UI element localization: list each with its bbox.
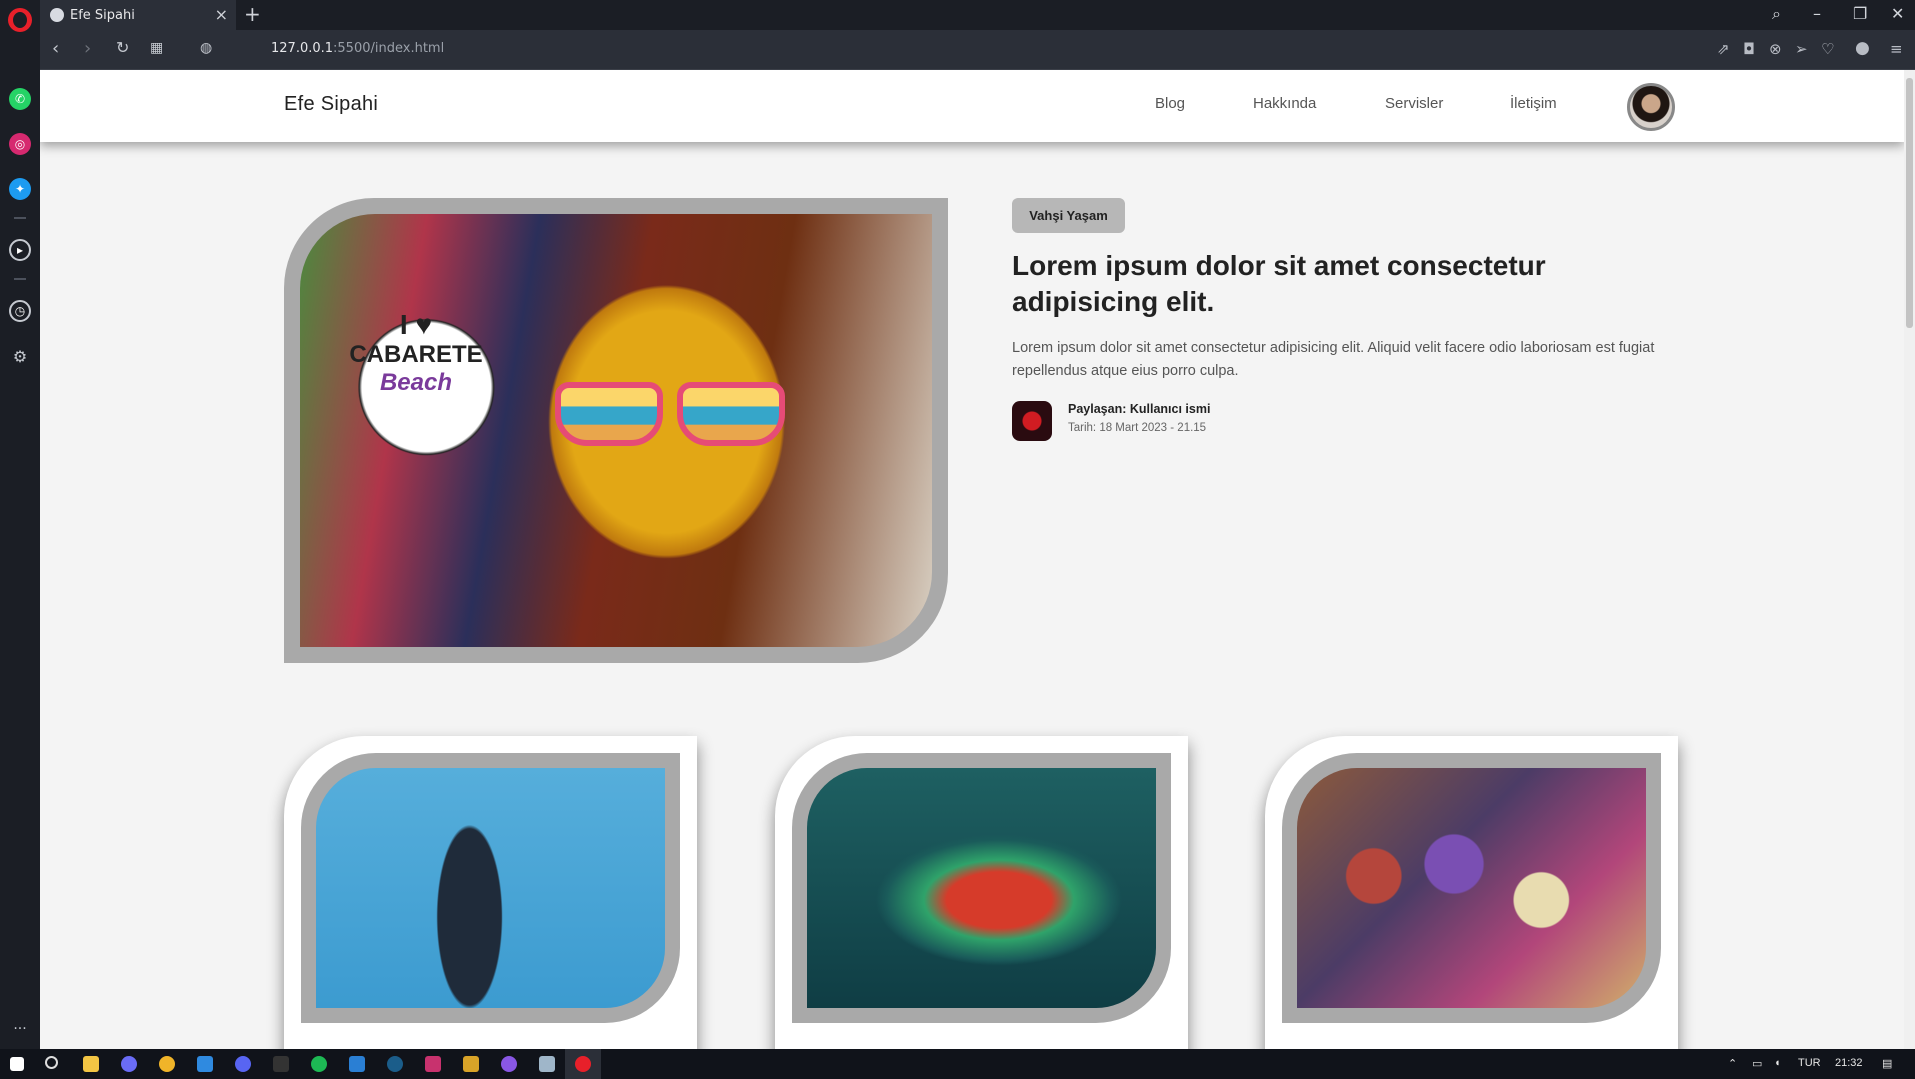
site-brand[interactable]: Efe Sipahi — [284, 93, 378, 116]
windows-start-icon[interactable] — [10, 1057, 24, 1071]
robot-hand-image — [316, 768, 665, 1008]
instagram-icon[interactable]: ◎ — [9, 133, 31, 155]
more-icon[interactable]: ··· — [9, 1018, 31, 1040]
volume-icon[interactable]: ◖ — [1774, 1057, 1781, 1069]
notifications-icon[interactable]: ▤ — [1882, 1057, 1892, 1070]
opera-sidebar: ✆ ◎ ✦ ▸ ◷ ⚙ ··· — [0, 0, 40, 1049]
site-header: Efe Sipahi Blog Hakkında Servisler İleti… — [40, 70, 1904, 142]
notepad-icon[interactable] — [539, 1056, 555, 1072]
app-icon[interactable] — [463, 1056, 479, 1072]
nav-blog[interactable]: Blog — [1155, 95, 1185, 112]
scrollbar-thumb[interactable] — [1906, 78, 1913, 328]
author-name: Paylaşan: Kullanıcı ismi — [1068, 402, 1211, 416]
camera-icon[interactable]: ◘ — [1743, 40, 1755, 58]
globe-icon — [50, 8, 64, 22]
post-title[interactable]: Lorem ipsum dolor sit amet consectetur a… — [1012, 248, 1612, 320]
share-icon[interactable]: ⇗ — [1717, 40, 1730, 58]
discord-icon[interactable] — [235, 1056, 251, 1072]
nav-contact[interactable]: İletişim — [1510, 95, 1557, 112]
mail-icon[interactable] — [197, 1056, 213, 1072]
page-viewport: Efe Sipahi Blog Hakkında Servisler İleti… — [40, 70, 1904, 1049]
url-host: 127.0.0.1 — [271, 41, 334, 56]
url-field[interactable]: 127.0.0.1:5500/index.html — [271, 41, 444, 56]
tray-chevron-icon[interactable]: ⌃ — [1728, 1057, 1737, 1070]
easy-setup-icon[interactable]: ≡ — [1890, 40, 1903, 58]
sidebar-divider — [14, 217, 26, 219]
github-icon[interactable] — [501, 1056, 517, 1072]
send-icon[interactable]: ➢ — [1795, 40, 1808, 58]
featured-graffiti-image[interactable]: I ♥ CABARETE Beach — [300, 214, 932, 647]
heart-icon[interactable]: ♡ — [1821, 40, 1834, 58]
app-icon[interactable] — [121, 1056, 137, 1072]
post-card[interactable] — [284, 736, 697, 1049]
network-icon[interactable]: ▭ — [1752, 1057, 1762, 1070]
settings-icon[interactable]: ⚙ — [9, 345, 31, 367]
site-info-icon[interactable]: ◍ — [200, 40, 212, 56]
close-window-icon[interactable]: ✕ — [1891, 4, 1904, 23]
history-icon[interactable]: ◷ — [9, 300, 31, 322]
opera-menu-icon[interactable] — [8, 8, 32, 32]
clock[interactable]: 21:32 — [1835, 1057, 1863, 1069]
card-image-frame — [1282, 753, 1661, 1023]
restore-icon[interactable]: ❐ — [1853, 4, 1867, 23]
spotify-icon[interactable] — [311, 1056, 327, 1072]
forward-icon[interactable]: › — [84, 38, 91, 59]
graffiti-text-cabarete: CABARETE — [349, 341, 483, 368]
minimize-icon[interactable]: – — [1813, 4, 1821, 23]
chameleon-image — [807, 768, 1156, 1008]
nav-about[interactable]: Hakkında — [1253, 95, 1316, 112]
adblock-icon[interactable]: ⊗ — [1769, 40, 1782, 58]
address-bar: ‹ › ↻ ▦ ◍ 127.0.0.1:5500/index.html ⇗ ◘ … — [40, 30, 1915, 70]
sidebar-divider — [14, 278, 26, 280]
page-scrollbar[interactable] — [1904, 70, 1915, 1049]
author-avatar — [1012, 401, 1052, 441]
nav-services[interactable]: Servisler — [1385, 95, 1443, 112]
avatar[interactable] — [1627, 83, 1675, 131]
chrome-icon[interactable] — [159, 1056, 175, 1072]
opera-icon[interactable] — [575, 1056, 591, 1072]
card-image-frame — [301, 753, 680, 1023]
new-tab-button[interactable]: + — [244, 2, 261, 26]
whatsapp-icon[interactable]: ✆ — [9, 88, 31, 110]
back-icon[interactable]: ‹ — [52, 38, 59, 59]
app-icon[interactable] — [425, 1056, 441, 1072]
close-tab-icon[interactable]: × — [215, 5, 228, 24]
card-image-frame — [792, 753, 1171, 1023]
post-date: Tarih: 18 Mart 2023 - 21.15 — [1068, 422, 1207, 434]
parade-image — [1297, 768, 1646, 1008]
reload-icon[interactable]: ↻ — [116, 38, 129, 57]
post-excerpt: Lorem ipsum dolor sit amet consectetur a… — [1012, 340, 1655, 379]
browser-tab[interactable]: Efe Sipahi × — [40, 0, 236, 30]
graffiti-speech-bubble: I ♥ CABARETE Beach — [346, 309, 486, 419]
search-icon[interactable]: ⌕ — [1772, 4, 1781, 24]
language-indicator[interactable]: TUR — [1798, 1057, 1821, 1069]
app-icon[interactable] — [273, 1056, 289, 1072]
twitter-icon[interactable]: ✦ — [9, 178, 31, 200]
sunglasses-lens-right — [677, 382, 785, 446]
tabs-grid-icon[interactable]: ▦ — [150, 40, 163, 56]
tab-title: Efe Sipahi — [70, 7, 135, 23]
search-icon[interactable] — [45, 1056, 58, 1069]
url-path: :5500/index.html — [333, 41, 445, 56]
profile-icon[interactable]: ● — [1855, 38, 1870, 58]
featured-image-frame: I ♥ CABARETE Beach — [284, 198, 948, 663]
windows-taskbar: ⌃ ▭ ◖ TUR 21:32 ▤ — [0, 1049, 1915, 1079]
sunglasses-lens-left — [555, 382, 663, 446]
graffiti-text-love: I ♥ — [399, 309, 433, 340]
graffiti-sunglasses — [555, 382, 790, 450]
post-card[interactable] — [1265, 736, 1678, 1049]
file-explorer-icon[interactable] — [83, 1056, 99, 1072]
post-card[interactable] — [775, 736, 1188, 1049]
category-badge[interactable]: Vahşi Yaşam — [1012, 198, 1125, 233]
browser-tab-bar: Efe Sipahi × + ⌕ – ❐ ✕ — [0, 0, 1915, 32]
graffiti-text-beach: Beach — [379, 369, 453, 396]
player-icon[interactable]: ▸ — [9, 239, 31, 261]
steam-icon[interactable] — [387, 1056, 403, 1072]
vscode-icon[interactable] — [349, 1056, 365, 1072]
